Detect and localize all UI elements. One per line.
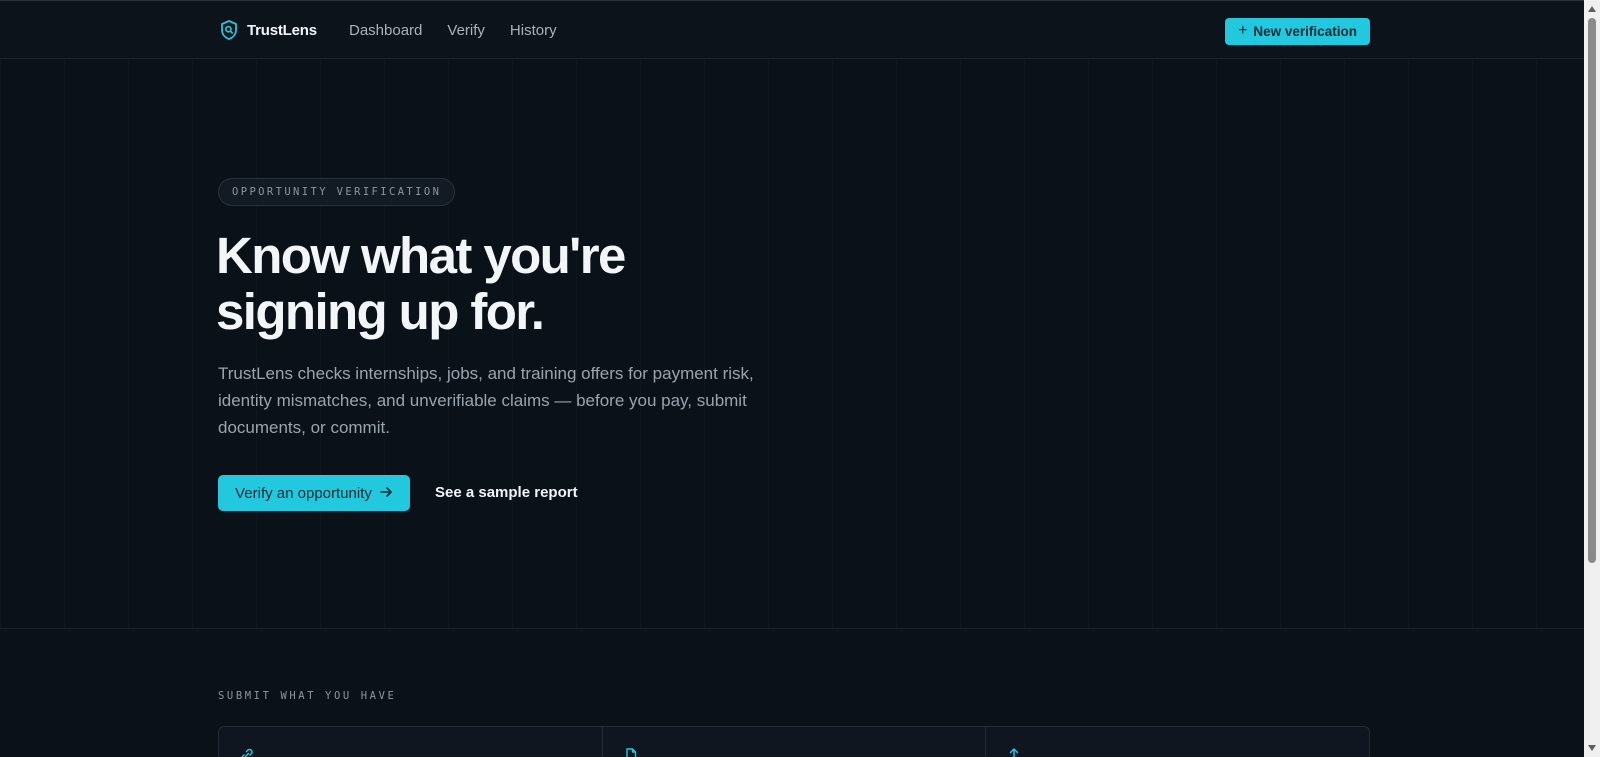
- vertical-scrollbar[interactable]: [1584, 0, 1600, 757]
- nav-link-dashboard[interactable]: Dashboard: [349, 22, 422, 39]
- nav-link-history[interactable]: History: [510, 22, 557, 39]
- submit-card-link[interactable]: [219, 727, 603, 757]
- page: TrustLens Dashboard Verify History + New…: [0, 0, 1584, 757]
- sample-report-link[interactable]: See a sample report: [435, 484, 578, 501]
- eyebrow-badge: OPPORTUNITY VERIFICATION: [218, 178, 456, 206]
- headline-line-1: Know what you're: [216, 227, 626, 284]
- headline-line-2: signing up for.: [216, 283, 545, 340]
- brand-name: TrustLens: [247, 21, 317, 39]
- upload-icon: [1006, 747, 1022, 757]
- nav-link-verify[interactable]: Verify: [447, 22, 485, 39]
- hero-headline: Know what you're signing up for.: [216, 228, 916, 340]
- top-navbar: TrustLens Dashboard Verify History + New…: [0, 1, 1584, 59]
- plus-icon: +: [1238, 22, 1248, 39]
- hero-subtext: TrustLens checks internships, jobs, and …: [218, 364, 754, 437]
- shield-search-icon: [220, 20, 238, 40]
- hero-section: OPPORTUNITY VERIFICATION Know what you'r…: [0, 60, 1584, 629]
- scrollbar-thumb[interactable]: [1588, 18, 1596, 563]
- document-icon: [623, 747, 639, 757]
- submit-card-upload[interactable]: [986, 727, 1369, 757]
- submit-section-label: SUBMIT WHAT YOU HAVE: [218, 690, 397, 702]
- nav-links: Dashboard Verify History: [349, 22, 557, 39]
- submit-options: [218, 726, 1370, 757]
- new-verification-button[interactable]: + New verification: [1225, 18, 1370, 45]
- submit-card-document[interactable]: [603, 727, 987, 757]
- verify-opportunity-button[interactable]: Verify an opportunity: [218, 475, 410, 511]
- arrow-right-icon: [380, 485, 393, 502]
- link-icon: [239, 747, 255, 757]
- verify-opportunity-label: Verify an opportunity: [235, 484, 372, 502]
- scroll-down-icon[interactable]: [1584, 741, 1600, 755]
- new-verification-label: New verification: [1253, 24, 1357, 39]
- scroll-up-icon[interactable]: [1584, 2, 1600, 16]
- brand[interactable]: TrustLens: [220, 20, 317, 40]
